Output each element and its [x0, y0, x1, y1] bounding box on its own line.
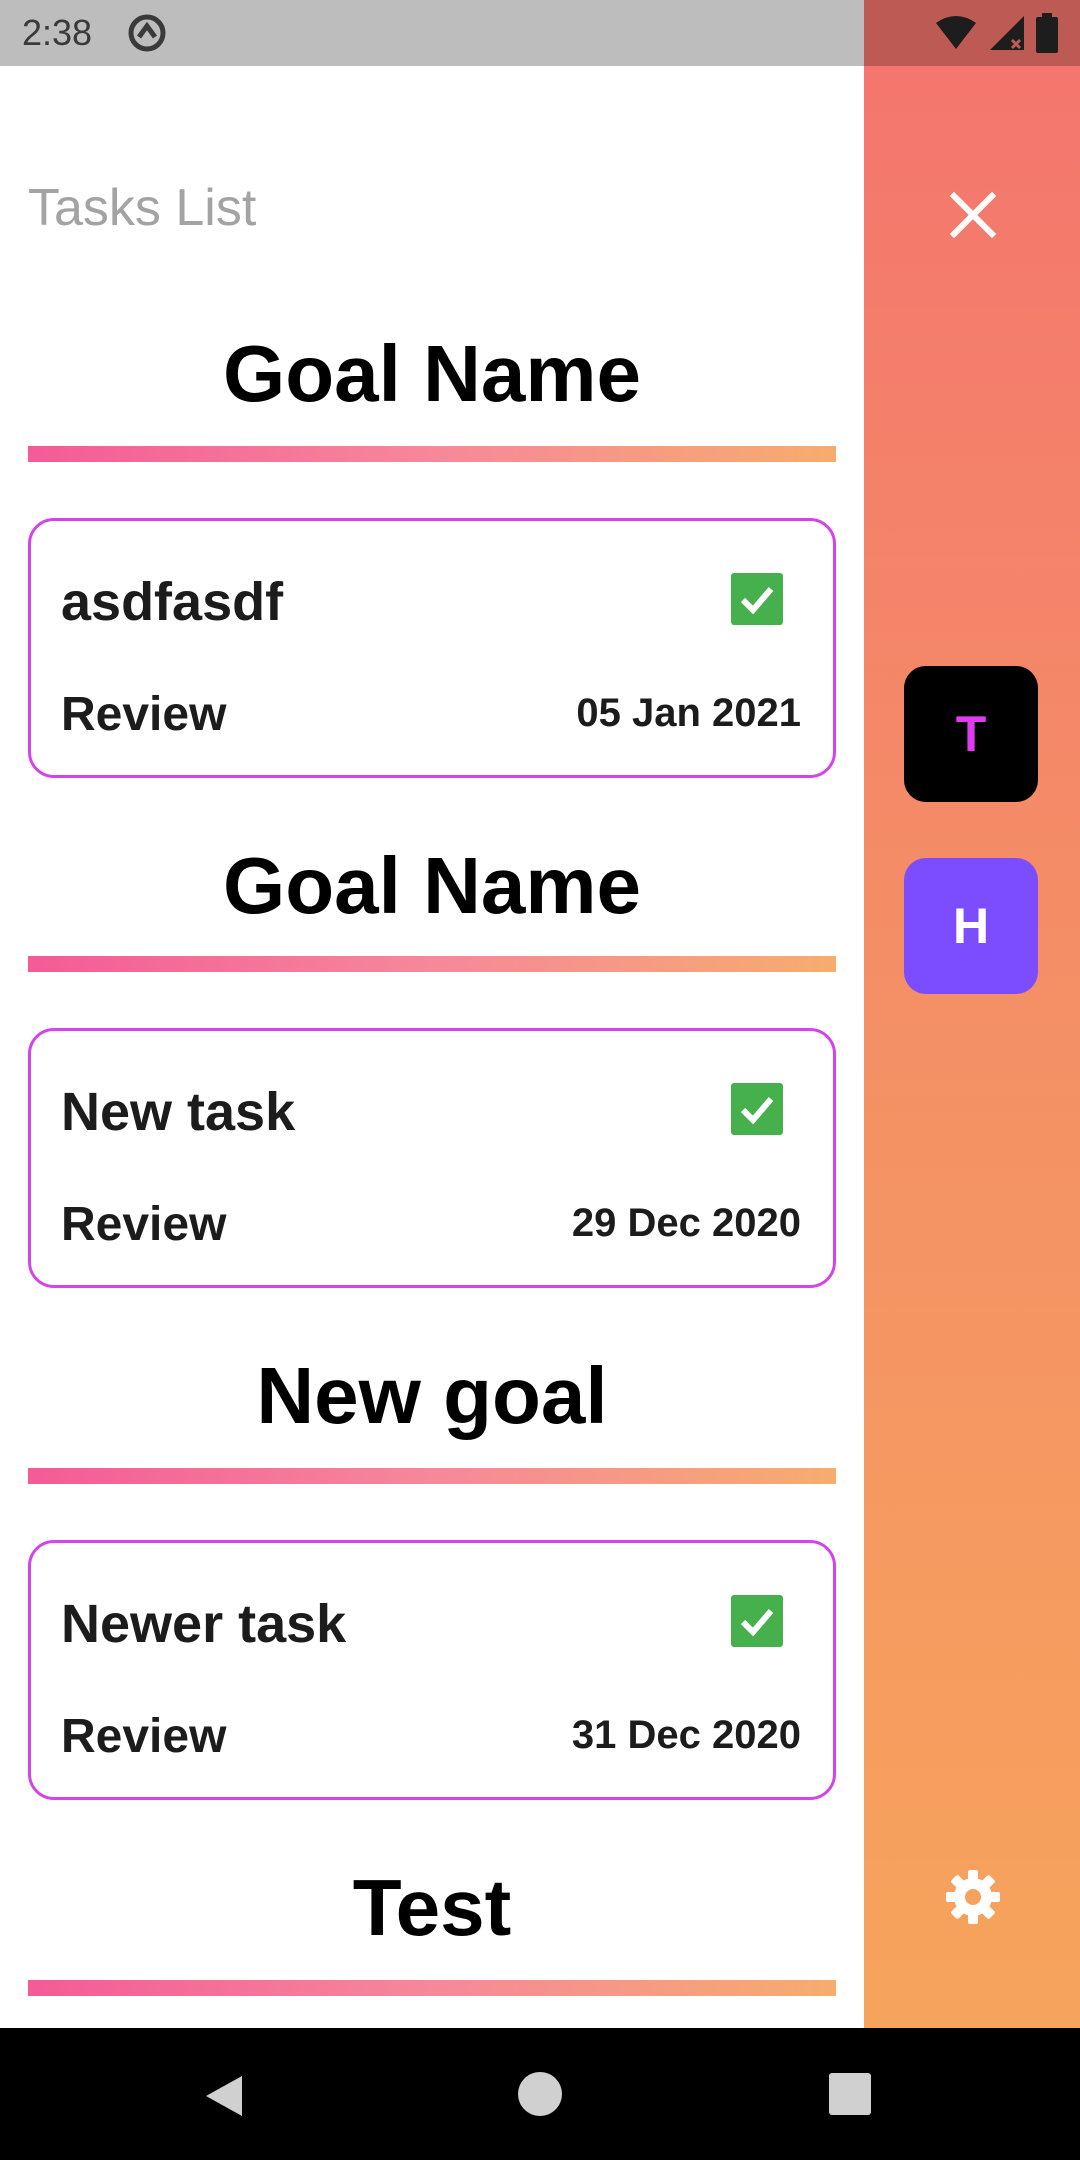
back-icon[interactable] — [200, 2072, 248, 2120]
task-date: 29 Dec 2020 — [571, 1201, 801, 1245]
avatar-t-button[interactable]: T — [904, 666, 1038, 802]
check-icon — [740, 587, 774, 615]
task-name: asdfasdf — [61, 572, 284, 632]
task-done-checkbox[interactable] — [731, 1595, 783, 1647]
side-panel: T H — [864, 66, 1080, 2028]
tasks-list-screen: Tasks List Goal Name asdfasdf Review 05 … — [0, 66, 864, 2028]
task-done-checkbox[interactable] — [731, 573, 783, 625]
goal-heading: New goal — [256, 1351, 608, 1440]
task-date: 31 Dec 2020 — [571, 1713, 801, 1757]
page-title: Tasks List — [28, 179, 257, 237]
goal-divider — [28, 1980, 836, 1996]
signal-icon — [990, 16, 1024, 50]
status-bar: 2:38 — [0, 0, 1080, 66]
status-icons — [934, 12, 1058, 54]
task-done-checkbox[interactable] — [731, 1083, 783, 1135]
task-card[interactable]: asdfasdf Review 05 Jan 2021 — [28, 518, 836, 778]
home-icon[interactable] — [518, 2072, 562, 2116]
task-card[interactable]: Newer task Review 31 Dec 2020 — [28, 1540, 836, 1800]
goal-heading: Goal Name — [223, 841, 641, 930]
close-icon[interactable] — [944, 186, 1002, 244]
avatar-h-button[interactable]: H — [904, 858, 1038, 994]
check-icon — [740, 1097, 774, 1125]
goal-divider — [28, 1468, 836, 1484]
goal-heading: Goal Name — [223, 329, 641, 418]
recents-icon[interactable] — [829, 2073, 871, 2115]
sync-icon — [128, 14, 166, 52]
task-status: Review — [61, 1710, 227, 1763]
battery-icon — [1036, 13, 1058, 53]
navigation-bar — [0, 2028, 1080, 2160]
gear-icon[interactable] — [944, 1868, 1002, 1926]
task-name: New task — [61, 1082, 296, 1142]
task-card[interactable]: New task Review 29 Dec 2020 — [28, 1028, 836, 1288]
task-status: Review — [61, 1198, 227, 1251]
goal-divider — [28, 446, 836, 462]
goal-heading: Test — [352, 1863, 512, 1952]
status-time: 2:38 — [22, 12, 93, 53]
task-date: 05 Jan 2021 — [576, 691, 801, 735]
task-status: Review — [61, 688, 227, 741]
wifi-icon — [936, 16, 976, 49]
goal-divider — [28, 956, 836, 972]
check-icon — [740, 1609, 774, 1637]
task-name: Newer task — [61, 1594, 347, 1654]
